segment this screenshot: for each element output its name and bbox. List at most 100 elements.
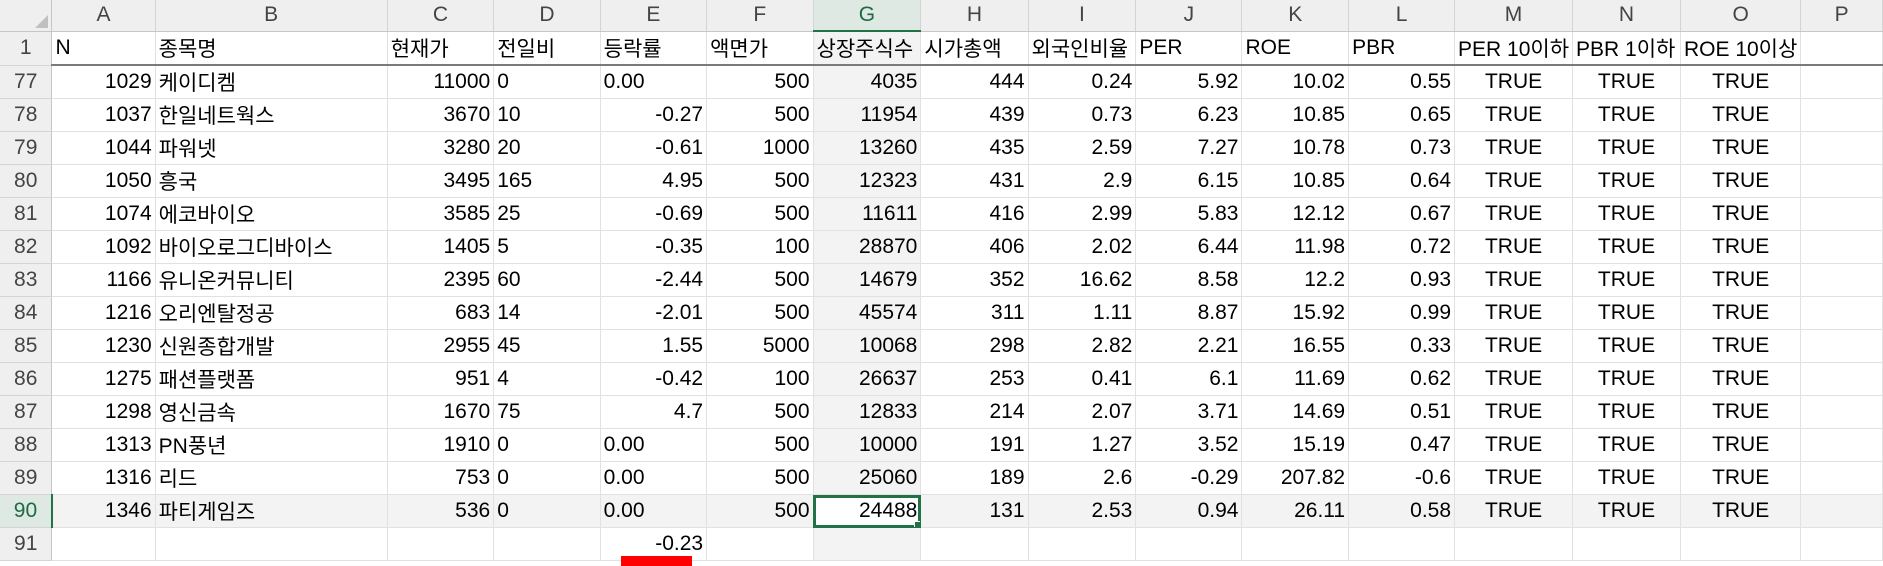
cell-d85[interactable]: 45 [493,329,601,363]
cell-g82[interactable]: 28870 [813,230,922,264]
cell-i87[interactable]: 2.07 [1028,395,1137,429]
cell-j83[interactable]: 8.58 [1135,263,1243,297]
cell-o86[interactable]: TRUE [1680,362,1802,396]
row-header[interactable]: 88 [0,428,53,462]
cell-d90[interactable]: 0 [493,494,601,528]
cell-f83[interactable]: 500 [706,263,814,297]
cell-d84[interactable]: 14 [493,296,601,330]
cell-g86[interactable]: 26637 [813,362,922,396]
cell-c87[interactable]: 1670 [387,395,495,429]
column-header-j[interactable]: J [1135,0,1243,32]
cell-d82[interactable]: 5 [493,230,601,264]
column-header-f[interactable]: F [706,0,814,32]
cell-j81[interactable]: 5.83 [1135,197,1243,231]
cell-p79[interactable] [1800,131,1883,165]
cell-f91[interactable] [706,527,814,561]
column-header-h[interactable]: H [920,0,1029,32]
cell-k86[interactable]: 11.69 [1241,362,1350,396]
cell-p91[interactable] [1800,527,1883,561]
cell-a86[interactable]: 1275 [51,362,156,396]
cell-i81[interactable]: 2.99 [1028,197,1137,231]
row-header[interactable]: 77 [0,65,53,99]
cell-m1[interactable]: PER 10이하 [1454,31,1574,66]
cell-j85[interactable]: 2.21 [1135,329,1243,363]
column-header-d[interactable]: D [493,0,601,32]
cell-f90[interactable]: 500 [706,494,814,528]
cell-c80[interactable]: 3495 [387,164,495,198]
cell-j80[interactable]: 6.15 [1135,164,1243,198]
cell-d79[interactable]: 20 [493,131,601,165]
column-header-i[interactable]: I [1028,0,1137,32]
cell-i77[interactable]: 0.24 [1028,65,1137,99]
column-header-b[interactable]: B [155,0,388,32]
cell-g91[interactable] [813,527,922,561]
row-header[interactable]: 80 [0,164,53,198]
cell-e79[interactable]: -0.61 [600,131,708,165]
cell-b86[interactable]: 패션플랫폼 [155,362,388,396]
cell-b80[interactable]: 흥국 [155,164,388,198]
cell-b83[interactable]: 유니온커뮤니티 [155,263,388,297]
cell-e90[interactable]: 0.00 [600,494,708,528]
cell-b89[interactable]: 리드 [155,461,388,495]
cell-b84[interactable]: 오리엔탈정공 [155,296,388,330]
column-header-n[interactable]: N [1572,0,1681,32]
cell-d1[interactable]: 전일비 [493,31,601,66]
cell-d91[interactable] [493,527,601,561]
cell-d81[interactable]: 25 [493,197,601,231]
cell-b87[interactable]: 영신금속 [155,395,388,429]
cell-n89[interactable]: TRUE [1572,461,1681,495]
cell-a77[interactable]: 1029 [51,65,156,99]
cell-g84[interactable]: 45574 [813,296,922,330]
cell-h77[interactable]: 444 [920,65,1029,99]
cell-p83[interactable] [1800,263,1883,297]
cell-l80[interactable]: 0.64 [1348,164,1456,198]
cell-i84[interactable]: 1.11 [1028,296,1137,330]
cell-f87[interactable]: 500 [706,395,814,429]
cell-p85[interactable] [1800,329,1883,363]
cell-n79[interactable]: TRUE [1572,131,1681,165]
cell-f1[interactable]: 액면가 [706,31,814,66]
cell-m89[interactable]: TRUE [1454,461,1574,495]
cell-k88[interactable]: 15.19 [1241,428,1350,462]
cell-o81[interactable]: TRUE [1680,197,1802,231]
column-header-a[interactable]: A [51,0,156,32]
row-header[interactable]: 89 [0,461,53,495]
cell-o83[interactable]: TRUE [1680,263,1802,297]
cell-l89[interactable]: -0.6 [1348,461,1456,495]
cell-e78[interactable]: -0.27 [600,98,708,132]
cell-o87[interactable]: TRUE [1680,395,1802,429]
cell-n80[interactable]: TRUE [1572,164,1681,198]
column-header-l[interactable]: L [1348,0,1456,32]
cell-e81[interactable]: -0.69 [600,197,708,231]
cell-o78[interactable]: TRUE [1680,98,1802,132]
cell-k85[interactable]: 16.55 [1241,329,1350,363]
cell-k84[interactable]: 15.92 [1241,296,1350,330]
cell-d86[interactable]: 4 [493,362,601,396]
cell-e1[interactable]: 등락률 [600,31,708,66]
cell-b81[interactable]: 에코바이오 [155,197,388,231]
cell-i85[interactable]: 2.82 [1028,329,1137,363]
cell-o84[interactable]: TRUE [1680,296,1802,330]
cell-n81[interactable]: TRUE [1572,197,1681,231]
cell-h80[interactable]: 431 [920,164,1029,198]
cell-h90[interactable]: 131 [920,494,1029,528]
cell-p81[interactable] [1800,197,1883,231]
cell-m86[interactable]: TRUE [1454,362,1574,396]
cell-a80[interactable]: 1050 [51,164,156,198]
cell-f77[interactable]: 500 [706,65,814,99]
cell-b85[interactable]: 신원종합개발 [155,329,388,363]
cell-j88[interactable]: 3.52 [1135,428,1243,462]
cell-a88[interactable]: 1313 [51,428,156,462]
cell-o82[interactable]: TRUE [1680,230,1802,264]
cell-h88[interactable]: 191 [920,428,1029,462]
cell-k90[interactable]: 26.11 [1241,494,1350,528]
cell-k78[interactable]: 10.85 [1241,98,1350,132]
cell-p90[interactable] [1800,494,1883,528]
cell-h81[interactable]: 416 [920,197,1029,231]
cell-f86[interactable]: 100 [706,362,814,396]
cell-g78[interactable]: 11954 [813,98,922,132]
cell-j89[interactable]: -0.29 [1135,461,1243,495]
cell-j84[interactable]: 8.87 [1135,296,1243,330]
cell-e84[interactable]: -2.01 [600,296,708,330]
cell-j87[interactable]: 3.71 [1135,395,1243,429]
